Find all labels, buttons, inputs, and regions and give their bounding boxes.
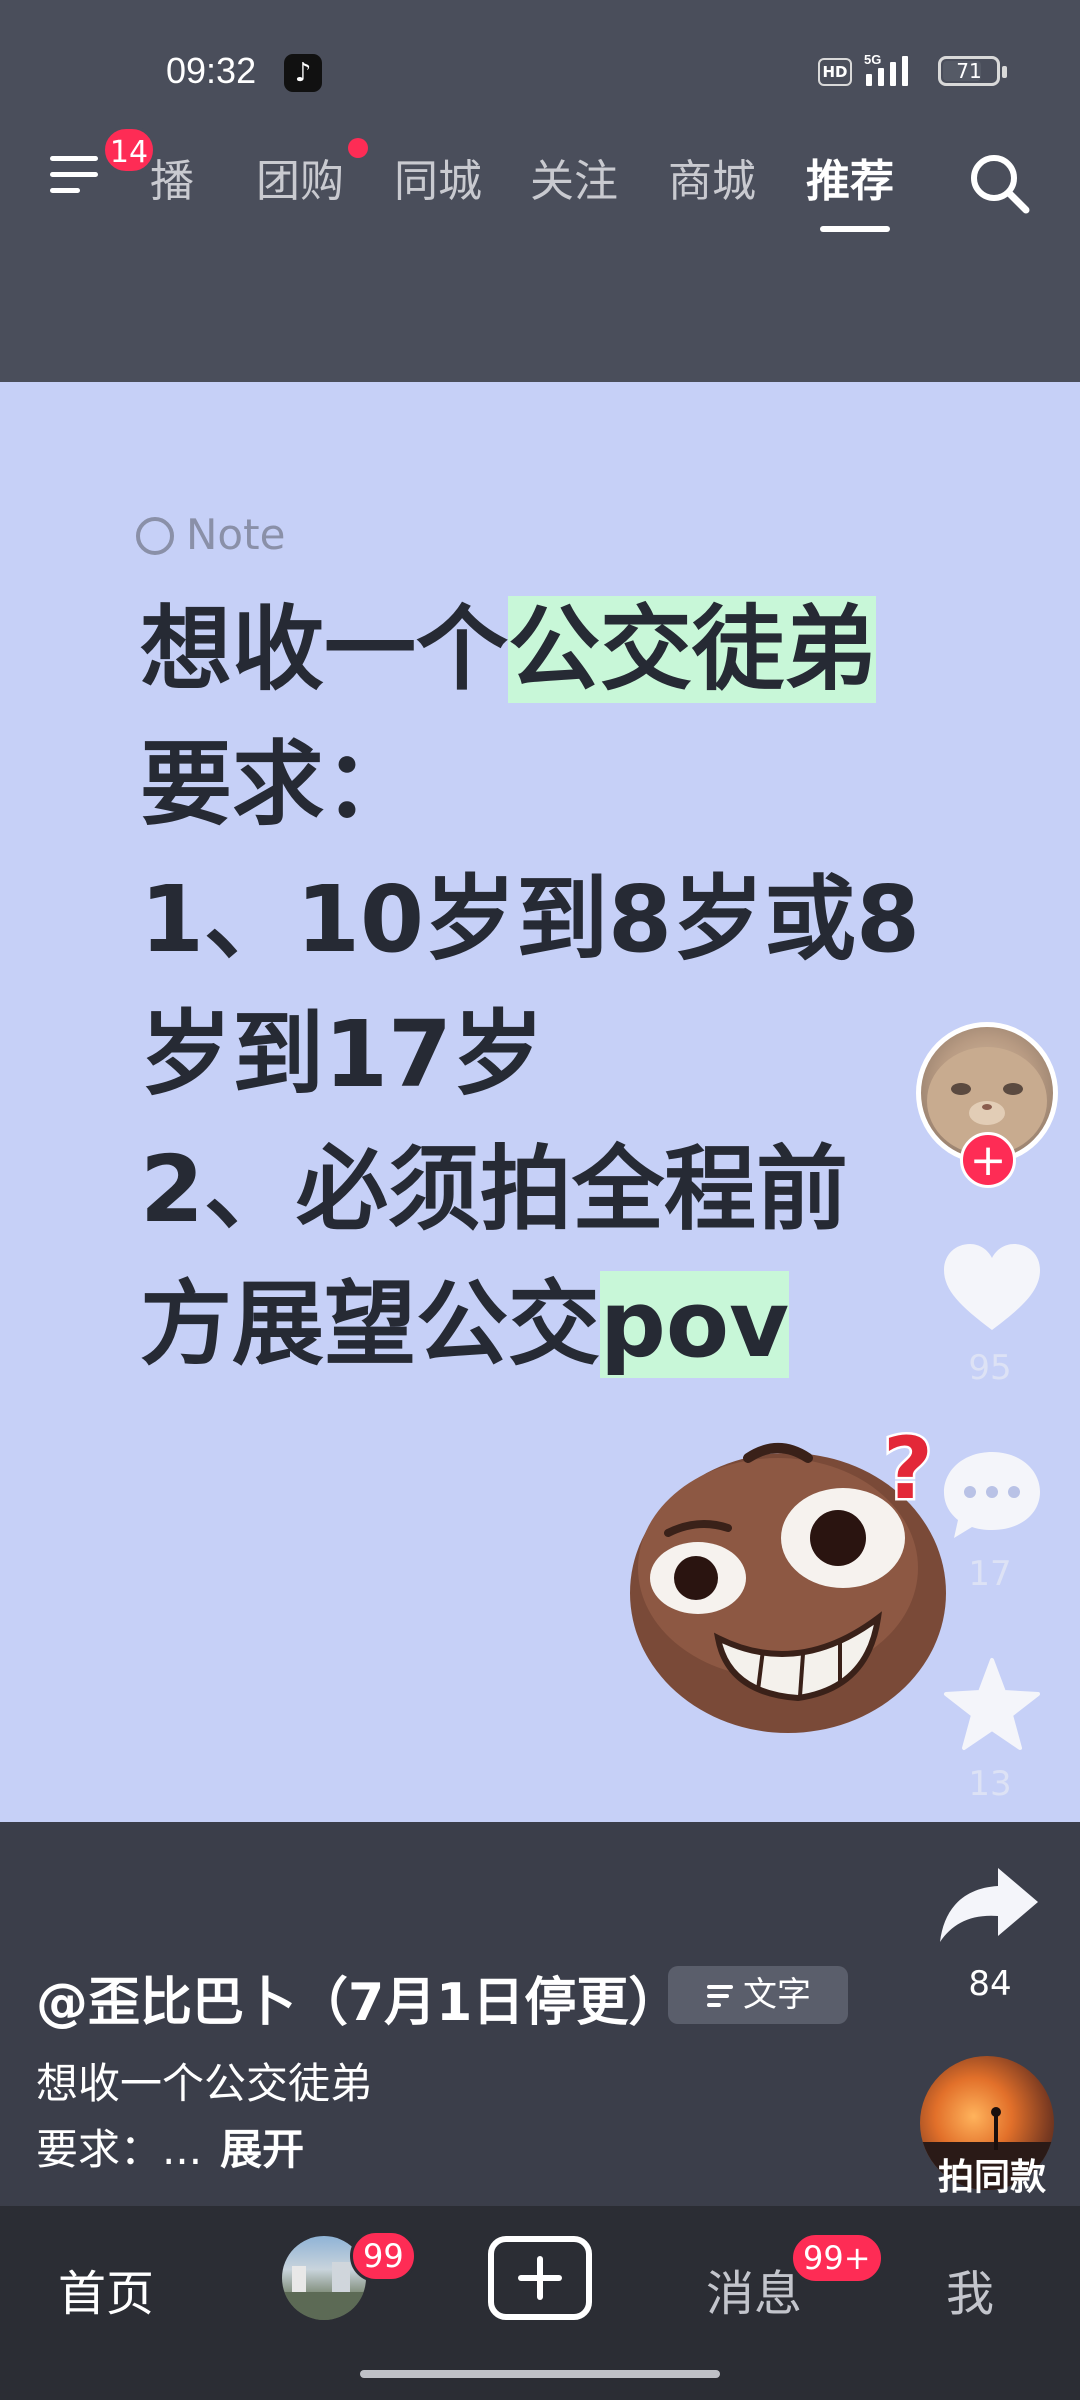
tab-nearby[interactable]: 同城 (394, 150, 482, 214)
battery-tip (1002, 66, 1007, 78)
post-line: 岁到17岁 (140, 1001, 545, 1108)
search-icon[interactable] (966, 150, 1032, 216)
text-lines-icon (707, 1985, 733, 2007)
same-style-label[interactable]: 拍同款 (930, 2148, 1054, 2200)
note-label: Note (186, 510, 286, 559)
favorite-count: 13 (968, 1764, 1012, 1804)
tab-groupbuy[interactable]: 团购 (256, 150, 344, 214)
note-tag: Note (136, 510, 285, 559)
battery-level: 71 (956, 59, 982, 83)
post-line: 要求： (140, 731, 417, 838)
tab-live[interactable]: 播 (150, 150, 194, 214)
caption-line-2: 要求：... 展开 (36, 2116, 304, 2177)
friends-badge: 99 (350, 2230, 417, 2282)
share-count: 84 (968, 1964, 1012, 2004)
comment-icon[interactable] (940, 1446, 1044, 1542)
post-line: 想收一个公交徒弟 (140, 596, 877, 703)
signal-icon: 5G (864, 52, 908, 86)
tab-recommend[interactable]: 推荐 (806, 150, 894, 214)
groupbuy-dot (348, 138, 368, 158)
post-line: 2、必须拍全程前 (140, 1136, 849, 1243)
share-icon[interactable] (936, 1864, 1042, 1944)
note-circle-icon (136, 517, 174, 555)
battery-icon: 71 (938, 56, 1000, 86)
tab-mall[interactable]: 商城 (668, 150, 756, 214)
nervous-smile-emoji-icon: ? (630, 1428, 946, 1733)
like-count: 95 (968, 1348, 1012, 1388)
network-label: 5G (864, 52, 881, 67)
star-icon[interactable] (940, 1656, 1044, 1752)
post-line: 方展望公交pov (140, 1271, 790, 1378)
hd-badge: HD (818, 58, 852, 86)
messages-badge: 99+ (790, 2232, 884, 2284)
menu-icon[interactable] (50, 148, 104, 198)
author-name[interactable]: @歪比巴卜（7月1日停更） (36, 1960, 680, 2035)
question-mark: ? (883, 1428, 933, 1519)
tab-following[interactable]: 关注 (530, 150, 618, 214)
nav-home[interactable]: 首页 (58, 2254, 154, 2324)
heart-icon[interactable] (940, 1240, 1044, 1336)
home-indicator (360, 2370, 720, 2378)
post-text: 想收一个公交徒弟 要求： 1、10岁到8岁或8 岁到17岁 2、必须拍全程前 方… (140, 582, 940, 1392)
expand-link[interactable]: 展开 (220, 2125, 304, 2174)
menu-badge: 14 (102, 126, 156, 174)
nav-messages[interactable]: 消息 (706, 2254, 802, 2324)
follow-button[interactable]: + (960, 1132, 1016, 1188)
text-chip-label: 文字 (743, 1975, 811, 2015)
status-bar: 09:32 ♪ HD 5G 71 (0, 0, 1080, 140)
nav-me[interactable]: 我 (946, 2254, 994, 2324)
create-post-button[interactable] (488, 2236, 592, 2320)
text-mode-chip[interactable]: 文字 (668, 1966, 848, 2024)
status-time: 09:32 (166, 50, 257, 91)
active-tab-indicator (820, 226, 890, 232)
caption-line-2-text: 要求：... (36, 2125, 203, 2174)
tiktok-notification-icon: ♪ (284, 54, 322, 92)
caption-line-1: 想收一个公交徒弟 (36, 2059, 373, 2108)
comment-count: 17 (968, 1554, 1012, 1594)
post-line: 1、10岁到8岁或8 (140, 866, 921, 973)
